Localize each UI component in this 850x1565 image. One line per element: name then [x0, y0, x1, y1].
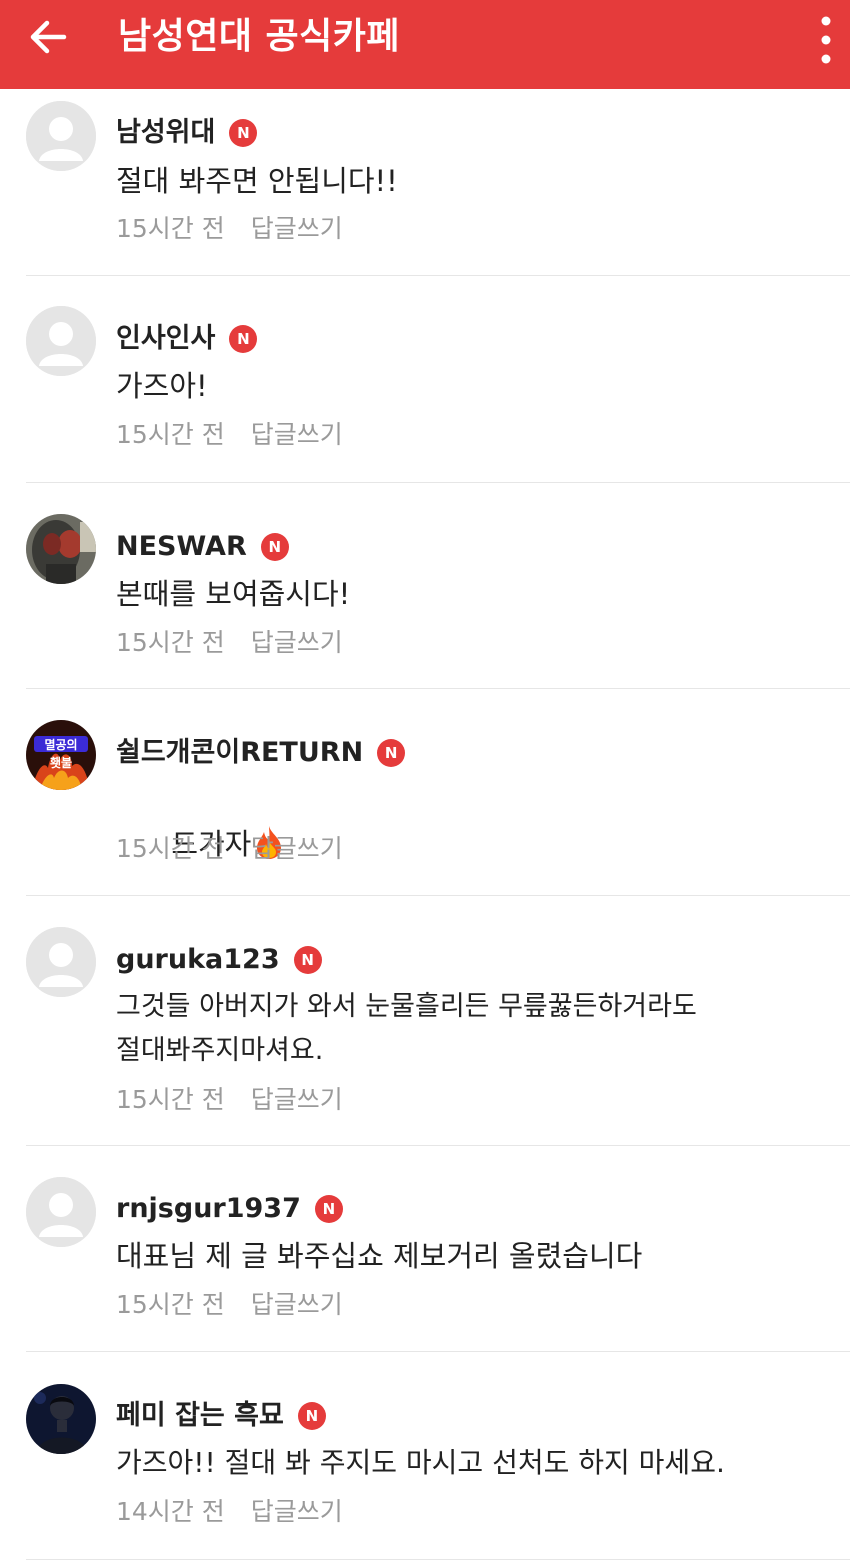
comment-author[interactable]: NESWAR N [116, 527, 289, 567]
more-vertical-icon [821, 16, 831, 64]
naver-badge-icon: N [377, 739, 406, 767]
comment-text: 대표님 제 글 봐주십쇼 제보거리 올렸습니다 [116, 1239, 643, 1273]
comment-text: 본때를 보여줍시다! [116, 577, 351, 611]
avatar-image: 멸공의 횃불 [26, 720, 96, 790]
reply-button[interactable]: 답글쓰기 [251, 420, 343, 449]
comment-meta: 15시간 전 답글쓰기 [116, 623, 343, 663]
comment-item: 멸공의 횃불 쉴드개콘이RETURN N 드가자 15시간 전 답글쓰기 [0, 688, 850, 896]
naver-badge-icon: N [229, 325, 258, 353]
reply-button[interactable]: 답글쓰기 [251, 628, 343, 657]
author-name: 쉴드개콘이RETURN [116, 737, 364, 768]
naver-badge-icon: N [260, 533, 289, 561]
arrow-left-icon [30, 20, 67, 54]
reply-button[interactable]: 답글쓰기 [251, 214, 343, 243]
avatar-label: 횃불 [50, 755, 72, 770]
comment-item: 인사인사 N 가즈아! 15시간 전 답글쓰기 [0, 276, 850, 483]
comment-time: 15시간 전 [116, 628, 225, 657]
author-name: 인사인사 [116, 323, 216, 354]
reply-button[interactable]: 답글쓰기 [251, 834, 343, 863]
default-avatar-icon [26, 306, 96, 376]
comment-item: 페미 잡는 흑묘 N 가즈아!! 절대 봐 주지도 마시고 선처도 하지 마세요… [0, 1351, 850, 1561]
author-name: 페미 잡는 흑묘 [116, 1400, 284, 1431]
comment-text: 가즈아! [116, 369, 208, 403]
reply-button[interactable]: 답글쓰기 [251, 1290, 343, 1319]
avatar[interactable] [26, 1177, 96, 1247]
avatar[interactable] [26, 306, 96, 376]
page-title: 남성연대 공식카페 [118, 16, 400, 57]
comment-author[interactable]: guruka123 N [116, 940, 322, 980]
comment-item: NESWAR N 본때를 보여줍시다! 15시간 전 답글쓰기 [0, 482, 850, 689]
comment-author[interactable]: 쉴드개콘이RETURN N [116, 733, 406, 773]
naver-badge-icon: N [229, 119, 258, 147]
comment-time: 15시간 전 [116, 1085, 225, 1114]
default-avatar-icon [26, 1177, 96, 1247]
avatar[interactable] [26, 101, 96, 171]
naver-badge-icon: N [293, 946, 322, 974]
comment-time: 15시간 전 [116, 214, 225, 243]
comment-meta: 15시간 전 답글쓰기 [116, 415, 343, 455]
avatar[interactable] [26, 927, 96, 997]
more-options-button[interactable] [808, 8, 844, 66]
comment-meta: 15시간 전 답글쓰기 [116, 209, 343, 249]
comment-time: 15시간 전 [116, 1290, 225, 1319]
comment-text: 절대 봐주면 안됩니다!! [116, 164, 398, 198]
comment-text: 그것들 아버지가 와서 눈물흘리든 무릎꿇든하거라도 절대봐주지마셔요. [116, 991, 697, 1066]
comment-time: 15시간 전 [116, 420, 225, 449]
comment-item: guruka123 N 그것들 아버지가 와서 눈물흘리든 무릎꿇든하거라도 절… [0, 895, 850, 1146]
back-button[interactable] [24, 12, 74, 62]
naver-badge-icon: N [297, 1402, 326, 1430]
avatar[interactable]: 멸공의 횃불 [26, 720, 96, 790]
default-avatar-icon [26, 101, 96, 171]
author-name: 남성위대 [116, 117, 216, 148]
comment-meta: 15시간 전 답글쓰기 [116, 1080, 343, 1120]
author-name: guruka123 [116, 944, 280, 975]
default-avatar-icon [26, 927, 96, 997]
avatar[interactable] [26, 1384, 96, 1454]
author-name: rnjsgur1937 [116, 1193, 301, 1224]
comment-meta: 15시간 전 답글쓰기 [116, 1285, 343, 1325]
photo-avatar-icon [26, 1384, 96, 1454]
comment-meta: 15시간 전 답글쓰기 [116, 829, 343, 869]
divider [26, 1559, 850, 1560]
naver-badge-icon: N [314, 1195, 343, 1223]
comment-author[interactable]: rnjsgur1937 N [116, 1189, 343, 1229]
comment-item: 남성위대 N 절대 봐주면 안됩니다!! 15시간 전 답글쓰기 [0, 89, 850, 276]
comment-author[interactable]: 남성위대 N [116, 113, 258, 153]
reply-button[interactable]: 답글쓰기 [251, 1497, 343, 1526]
comment-text: 가즈아!! 절대 봐 주지도 마시고 선처도 하지 마세요. [116, 1446, 725, 1479]
comment-time: 14시간 전 [116, 1497, 225, 1526]
comment-item: rnjsgur1937 N 대표님 제 글 봐주십쇼 제보거리 올렸습니다 15… [0, 1145, 850, 1352]
avatar[interactable] [26, 514, 96, 584]
comment-meta: 14시간 전 답글쓰기 [116, 1492, 343, 1532]
comment-time: 15시간 전 [116, 834, 225, 863]
comment-author[interactable]: 인사인사 N [116, 319, 258, 359]
avatar-label: 멸공의 [44, 737, 77, 752]
app-bar: 남성연대 공식카페 [0, 0, 850, 89]
comment-author[interactable]: 페미 잡는 흑묘 N [116, 1396, 326, 1436]
author-name: NESWAR [116, 531, 247, 562]
reply-button[interactable]: 답글쓰기 [251, 1085, 343, 1114]
photo-avatar-icon [26, 514, 96, 584]
